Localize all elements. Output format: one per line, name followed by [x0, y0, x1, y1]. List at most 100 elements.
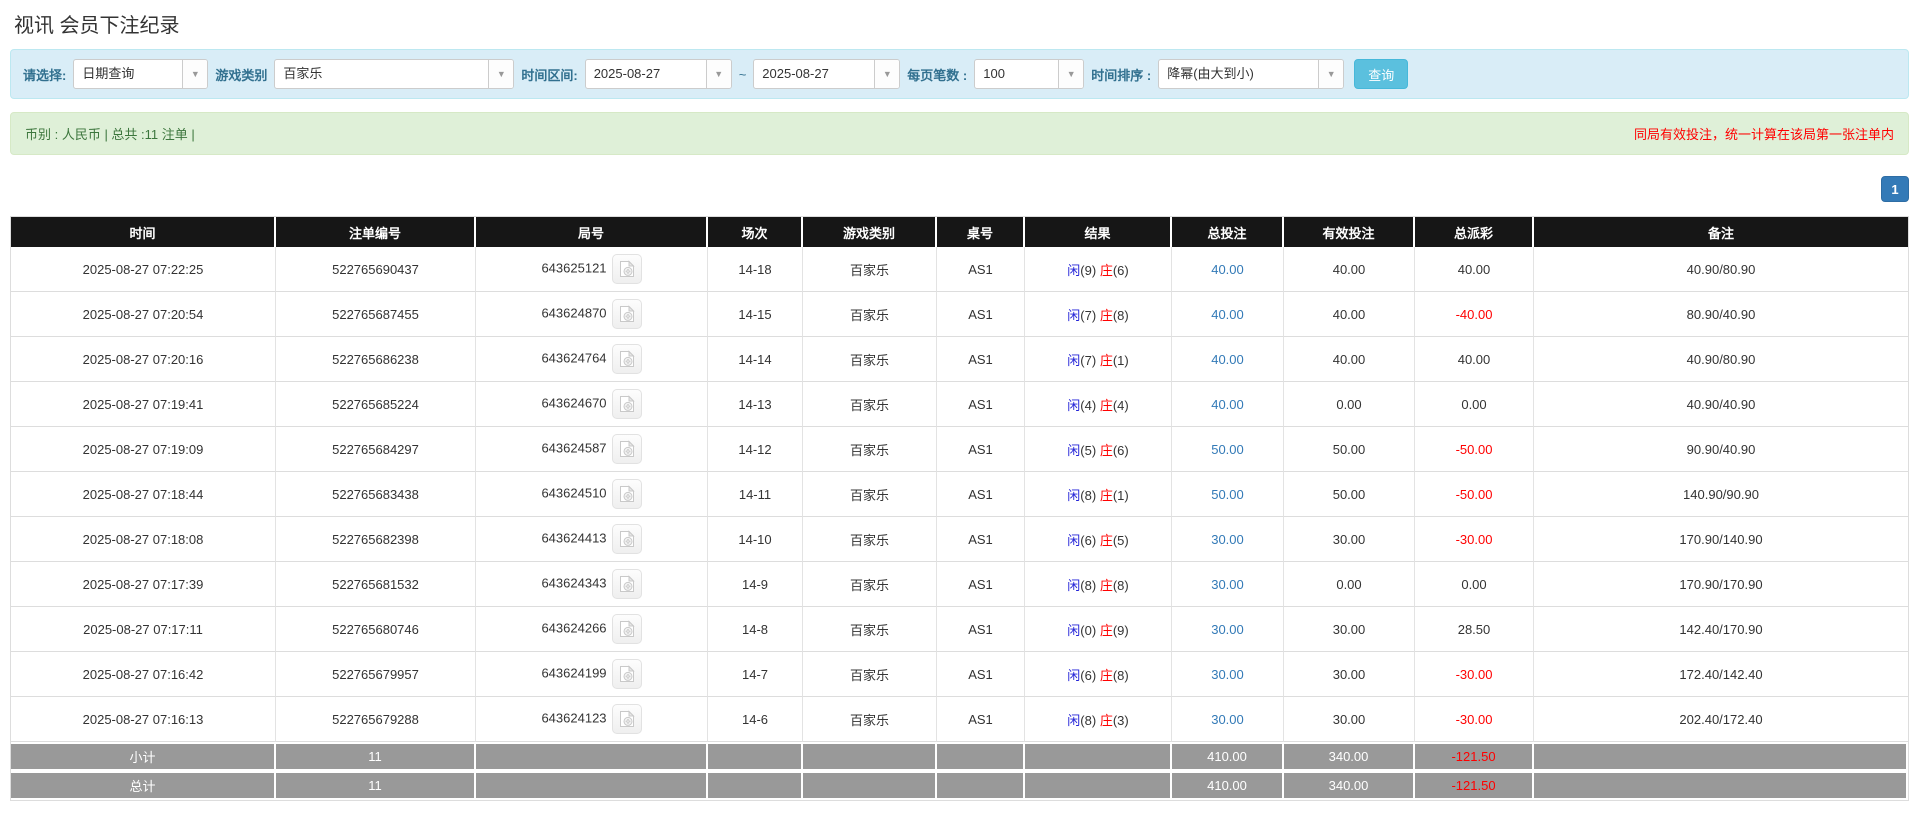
subtotal-label: 小计: [11, 742, 276, 771]
grandtotal-empty: [476, 771, 708, 800]
cell-result: 闲(7) 庄(1): [1025, 337, 1172, 382]
cell-payout: 0.00: [1415, 562, 1534, 607]
page-size-select[interactable]: 100 ▼: [974, 59, 1084, 89]
table-row: 2025-08-27 07:18:44 522765683438 6436245…: [11, 472, 1908, 517]
cell-total-bet[interactable]: 40.00: [1172, 247, 1284, 292]
video-replay-button[interactable]: [612, 659, 642, 689]
result-banker-label: 庄: [1100, 353, 1113, 368]
chevron-down-icon[interactable]: ▼: [182, 60, 207, 88]
cell-total-bet[interactable]: 40.00: [1172, 292, 1284, 337]
cell-total-bet[interactable]: 40.00: [1172, 382, 1284, 427]
result-banker-label: 庄: [1100, 263, 1113, 278]
date-from-select[interactable]: 2025-08-27 ▼: [585, 59, 732, 89]
video-replay-button[interactable]: [612, 389, 642, 419]
cell-time: 2025-08-27 07:16:42: [11, 652, 276, 697]
result-banker-label: 庄: [1100, 533, 1113, 548]
header-result: 结果: [1025, 217, 1172, 247]
cell-result: 闲(6) 庄(8): [1025, 652, 1172, 697]
result-player-score: (6): [1080, 533, 1096, 548]
page-button-1[interactable]: 1: [1881, 176, 1909, 202]
date-to-select[interactable]: 2025-08-27 ▼: [753, 59, 900, 89]
sort-value: 降幂(由大到小): [1159, 60, 1318, 88]
game-type-select[interactable]: 百家乐 ▼: [274, 59, 514, 89]
cell-total-bet[interactable]: 50.00: [1172, 472, 1284, 517]
video-replay-button[interactable]: [612, 479, 642, 509]
video-replay-button[interactable]: [612, 569, 642, 599]
page-title: 视讯 会员下注纪录: [14, 9, 1909, 38]
cell-table-no: AS1: [937, 472, 1025, 517]
cell-total-bet[interactable]: 30.00: [1172, 517, 1284, 562]
video-replay-button[interactable]: [612, 299, 642, 329]
cell-game-type: 百家乐: [803, 382, 937, 427]
chevron-down-icon[interactable]: ▼: [1058, 60, 1083, 88]
cell-total-bet[interactable]: 30.00: [1172, 607, 1284, 652]
sort-select[interactable]: 降幂(由大到小) ▼: [1158, 59, 1344, 89]
search-button[interactable]: 查询: [1354, 59, 1408, 89]
result-banker-label: 庄: [1100, 443, 1113, 458]
cell-total-bet[interactable]: 40.00: [1172, 337, 1284, 382]
round-id-text: 643624343: [541, 575, 606, 590]
cell-valid-bet: 40.00: [1284, 337, 1415, 382]
cell-session: 14-13: [708, 382, 803, 427]
result-player-label: 闲: [1067, 353, 1080, 368]
result-player-label: 闲: [1067, 308, 1080, 323]
header-payout: 总派彩: [1415, 217, 1534, 247]
chevron-down-icon[interactable]: ▼: [488, 60, 513, 88]
cell-table-no: AS1: [937, 607, 1025, 652]
cell-session: 14-14: [708, 337, 803, 382]
grandtotal-count: 11: [276, 771, 476, 800]
result-player-score: (8): [1080, 713, 1096, 728]
cell-game-type: 百家乐: [803, 652, 937, 697]
cell-game-type: 百家乐: [803, 292, 937, 337]
cell-total-bet[interactable]: 30.00: [1172, 562, 1284, 607]
video-replay-button[interactable]: [612, 614, 642, 644]
chevron-down-icon[interactable]: ▼: [1318, 60, 1343, 88]
table-row: 2025-08-27 07:16:42 522765679957 6436241…: [11, 652, 1908, 697]
table-header: 时间 注单编号 局号 场次 游戏类别 桌号 结果 总投注 有效投注 总派彩 备注: [11, 217, 1908, 247]
video-file-icon: [619, 530, 635, 548]
video-replay-button[interactable]: [612, 704, 642, 734]
result-banker-score: (6): [1113, 443, 1129, 458]
chevron-down-icon[interactable]: ▼: [706, 60, 731, 88]
result-player-label: 闲: [1067, 398, 1080, 413]
video-file-icon: [619, 665, 635, 683]
video-replay-button[interactable]: [612, 524, 642, 554]
result-banker-score: (5): [1113, 533, 1129, 548]
cell-table-no: AS1: [937, 517, 1025, 562]
video-replay-button[interactable]: [612, 434, 642, 464]
result-player-label: 闲: [1067, 533, 1080, 548]
cell-total-bet[interactable]: 50.00: [1172, 427, 1284, 472]
cell-result: 闲(8) 庄(8): [1025, 562, 1172, 607]
grandtotal-payout: -121.50: [1415, 771, 1534, 800]
cell-bet-id: 522765683438: [276, 472, 476, 517]
cell-table-no: AS1: [937, 652, 1025, 697]
result-player-score: (4): [1080, 398, 1096, 413]
header-table-no: 桌号: [937, 217, 1025, 247]
round-id-text: 643624413: [541, 530, 606, 545]
video-replay-button[interactable]: [612, 254, 642, 284]
query-type-select[interactable]: 日期查询 ▼: [73, 59, 208, 89]
grandtotal-empty: [1534, 771, 1908, 800]
cell-game-type: 百家乐: [803, 247, 937, 292]
cell-result: 闲(6) 庄(5): [1025, 517, 1172, 562]
chevron-down-icon[interactable]: ▼: [874, 60, 899, 88]
result-player-score: (0): [1080, 623, 1096, 638]
header-round-id: 局号: [476, 217, 708, 247]
round-id-text: 643624587: [541, 440, 606, 455]
cell-session: 14-15: [708, 292, 803, 337]
subtotal-empty: [803, 742, 937, 771]
cell-time: 2025-08-27 07:20:16: [11, 337, 276, 382]
result-player-score: (7): [1080, 308, 1096, 323]
header-game-type: 游戏类别: [803, 217, 937, 247]
video-file-icon: [619, 395, 635, 413]
cell-game-type: 百家乐: [803, 517, 937, 562]
result-player-score: (5): [1080, 443, 1096, 458]
cell-total-bet[interactable]: 30.00: [1172, 652, 1284, 697]
cell-table-no: AS1: [937, 382, 1025, 427]
result-banker-label: 庄: [1100, 308, 1113, 323]
cell-total-bet[interactable]: 30.00: [1172, 697, 1284, 742]
cell-remark: 40.90/80.90: [1534, 247, 1908, 292]
video-replay-button[interactable]: [612, 344, 642, 374]
subtotal-empty: [708, 742, 803, 771]
cell-payout: -30.00: [1415, 517, 1534, 562]
